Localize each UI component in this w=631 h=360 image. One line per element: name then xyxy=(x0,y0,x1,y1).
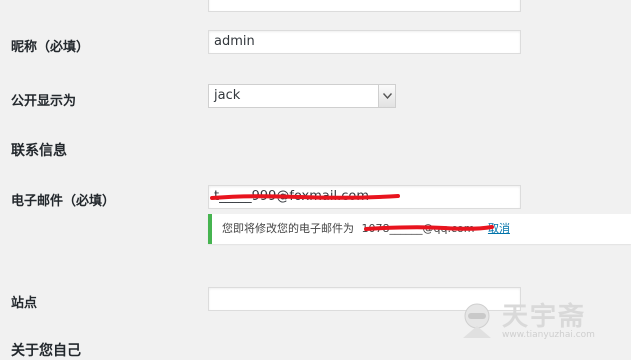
display-name-selected-value: jack xyxy=(214,88,241,103)
watermark-url: www.tianyuzhai.com xyxy=(502,330,595,340)
nickname-input[interactable]: admin xyxy=(208,30,521,54)
email-notice-text: 您即将修改您的电子邮件为 xyxy=(222,222,354,235)
email-redaction-scribble xyxy=(210,194,400,200)
about-yourself-heading: 关于您自己 xyxy=(11,343,81,359)
website-label: 站点 xyxy=(11,296,38,311)
notice-redaction-scribble xyxy=(364,225,494,231)
contact-info-heading: 联系信息 xyxy=(11,143,67,159)
display-name-select[interactable]: jack xyxy=(208,84,396,108)
chevron-down-icon[interactable] xyxy=(378,85,395,107)
email-label: 电子邮件（必填） xyxy=(11,194,116,209)
display-name-label: 公开显示为 xyxy=(11,94,77,109)
ninja-logo-icon xyxy=(463,303,491,338)
watermark: 天宇斋 www.tianyuzhai.com xyxy=(458,296,628,346)
watermark-brand: 天宇斋 xyxy=(502,302,587,332)
top-text-input[interactable] xyxy=(208,0,521,12)
nickname-label: 昵称（必填） xyxy=(11,40,90,55)
